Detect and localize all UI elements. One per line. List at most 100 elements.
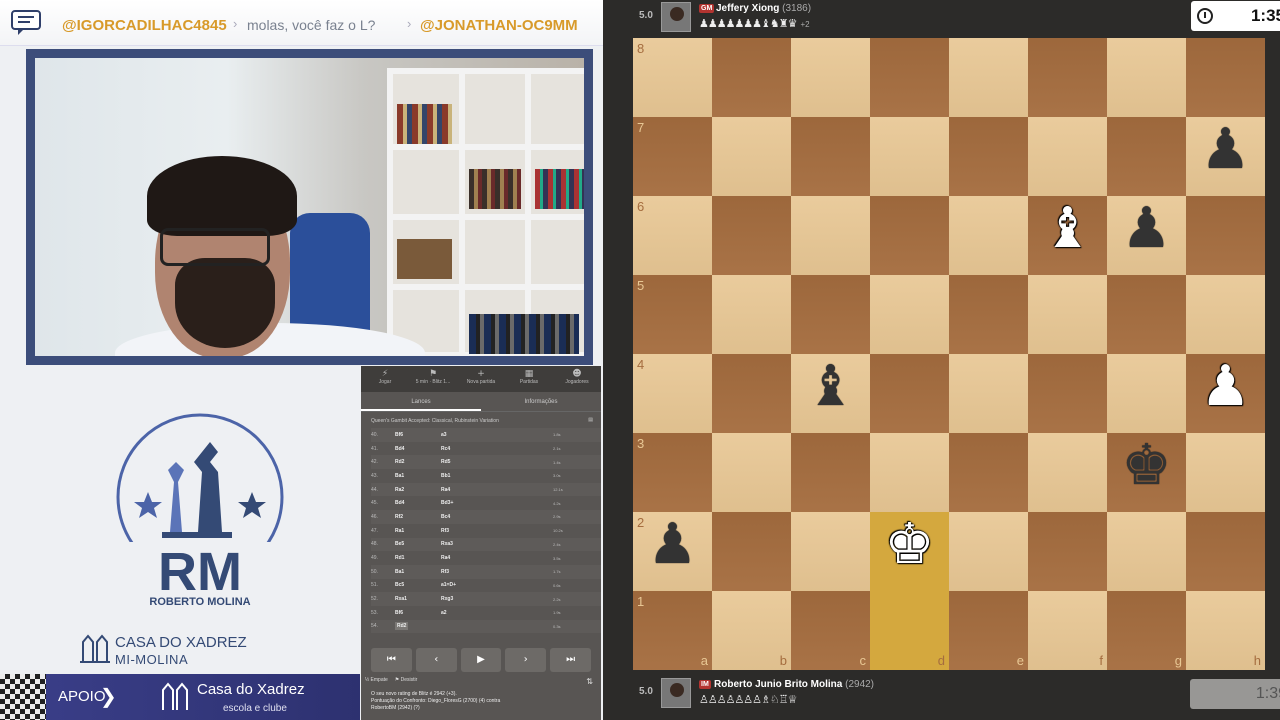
square-h1[interactable]: h — [1186, 591, 1265, 670]
square-f5[interactable] — [1028, 275, 1107, 354]
square-e3[interactable] — [949, 433, 1028, 512]
square-g6[interactable]: ♟ — [1107, 196, 1186, 275]
white-move[interactable]: Rxa1 — [395, 596, 441, 602]
first-move-button[interactable]: ⏮ — [371, 648, 412, 672]
square-f8[interactable] — [1028, 38, 1107, 117]
tab-players[interactable]: ☻ Jogadores — [553, 366, 601, 392]
avatar[interactable] — [661, 678, 691, 708]
black-move[interactable]: Ra4 — [441, 555, 553, 561]
book-icon[interactable]: ▤ — [588, 417, 593, 423]
tab-new-game[interactable]: + Nova partida — [457, 366, 505, 392]
square-h2[interactable] — [1186, 512, 1265, 591]
white-move[interactable]: Rf2 — [395, 514, 441, 520]
square-c8[interactable] — [791, 38, 870, 117]
square-b7[interactable] — [712, 117, 791, 196]
square-a4[interactable]: 4 — [633, 354, 712, 433]
last-move-button[interactable]: ⏭ — [550, 648, 591, 672]
square-h7[interactable]: ♟ — [1186, 117, 1265, 196]
square-g3[interactable]: ♚ — [1107, 433, 1186, 512]
square-a1[interactable]: 1a — [633, 591, 712, 670]
square-e2[interactable] — [949, 512, 1028, 591]
square-c7[interactable] — [791, 117, 870, 196]
square-c2[interactable] — [791, 512, 870, 591]
square-d4[interactable] — [870, 354, 949, 433]
white-move[interactable]: Bc5 — [395, 582, 441, 588]
square-h8[interactable] — [1186, 38, 1265, 117]
white-move[interactable]: Bd4 — [395, 446, 441, 452]
square-f3[interactable] — [1028, 433, 1107, 512]
next-move-button[interactable]: › — [505, 648, 547, 672]
square-b6[interactable] — [712, 196, 791, 275]
square-a3[interactable]: 3 — [633, 433, 712, 512]
square-b3[interactable] — [712, 433, 791, 512]
square-e4[interactable] — [949, 354, 1028, 433]
avatar[interactable] — [661, 2, 691, 32]
square-c6[interactable] — [791, 196, 870, 275]
white-move[interactable]: Bd4 — [395, 500, 441, 506]
white-move[interactable]: Ba1 — [395, 569, 441, 575]
square-a5[interactable]: 5 — [633, 275, 712, 354]
black-move[interactable]: Rxa3 — [441, 541, 553, 547]
play-button[interactable]: ▶ — [460, 648, 502, 672]
square-e5[interactable] — [949, 275, 1028, 354]
square-b5[interactable] — [712, 275, 791, 354]
resign-button[interactable]: ⚑ Desistir — [395, 677, 418, 683]
white-move[interactable]: Ba1 — [395, 473, 441, 479]
square-b2[interactable] — [712, 512, 791, 591]
white-move[interactable]: Rd2 — [395, 459, 441, 465]
square-h3[interactable] — [1186, 433, 1265, 512]
square-d7[interactable] — [870, 117, 949, 196]
black-move[interactable]: Rxg3 — [441, 596, 553, 602]
square-e6[interactable] — [949, 196, 1028, 275]
square-c4[interactable]: ♝ — [791, 354, 870, 433]
square-g7[interactable] — [1107, 117, 1186, 196]
white-move[interactable]: Bf6 — [395, 432, 441, 438]
white-pawn-icon[interactable]: ♟ — [1186, 354, 1265, 433]
flip-board-icon[interactable]: ⇅ — [586, 677, 593, 686]
square-g2[interactable] — [1107, 512, 1186, 591]
black-move[interactable]: Rf3 — [441, 569, 553, 575]
square-f6[interactable]: ♝ — [1028, 196, 1107, 275]
black-move[interactable]: a1=D+ — [441, 582, 553, 588]
square-g8[interactable] — [1107, 38, 1186, 117]
square-e8[interactable] — [949, 38, 1028, 117]
tab-play[interactable]: ⚡ Jogar — [361, 366, 409, 392]
square-a6[interactable]: 6 — [633, 196, 712, 275]
white-bishop-icon[interactable]: ♝ — [1028, 196, 1107, 275]
subtab-info[interactable]: Informações — [481, 392, 601, 411]
player-name[interactable]: Roberto Junio Brito Molina (2942) — [714, 679, 874, 690]
white-king-icon[interactable]: ♚ — [870, 512, 949, 591]
black-move[interactable]: Bc4 — [441, 514, 553, 520]
black-move[interactable]: Rc4 — [441, 446, 553, 452]
square-a7[interactable]: 7 — [633, 117, 712, 196]
square-b1[interactable]: b — [712, 591, 791, 670]
black-move[interactable]: Bd3+ — [441, 500, 553, 506]
square-d5[interactable] — [870, 275, 949, 354]
white-move[interactable]: Ra2 — [395, 487, 441, 493]
tab-game-mode[interactable]: ⚑ 5 min · Blitz 1... — [409, 366, 457, 392]
black-move[interactable]: Bb1 — [441, 473, 553, 479]
prev-move-button[interactable]: ‹ — [415, 648, 457, 672]
square-g5[interactable] — [1107, 275, 1186, 354]
black-move[interactable]: a3 — [441, 432, 553, 438]
black-pawn-icon[interactable]: ♟ — [633, 512, 712, 591]
white-move[interactable]: Ra1 — [395, 528, 441, 534]
black-pawn-icon[interactable]: ♟ — [1107, 196, 1186, 275]
black-move[interactable]: Rd5 — [441, 459, 553, 465]
square-g1[interactable]: g — [1107, 591, 1186, 670]
white-move[interactable]: Bf6 — [395, 610, 441, 616]
square-g4[interactable] — [1107, 354, 1186, 433]
square-d6[interactable] — [870, 196, 949, 275]
white-move[interactable]: Be5 — [395, 541, 441, 547]
square-d2[interactable]: ♚ — [870, 512, 949, 591]
subtab-moves[interactable]: Lances — [361, 392, 481, 411]
square-b8[interactable] — [712, 38, 791, 117]
tab-games[interactable]: ▦ Partidas — [505, 366, 553, 392]
square-f1[interactable]: f — [1028, 591, 1107, 670]
draw-button[interactable]: ½ Empate — [365, 677, 388, 683]
black-king-icon[interactable]: ♚ — [1107, 433, 1186, 512]
chess-board[interactable]: 8 7 ♟ 6 ♝ ♟ 5 4 ♝ ♟ 3 ♚ 2 ♟ ♚ 1 a b c d e f g h — [633, 38, 1265, 670]
square-c3[interactable] — [791, 433, 870, 512]
black-bishop-icon[interactable]: ♝ — [791, 354, 870, 433]
black-pawn-icon[interactable]: ♟ — [1186, 117, 1265, 196]
